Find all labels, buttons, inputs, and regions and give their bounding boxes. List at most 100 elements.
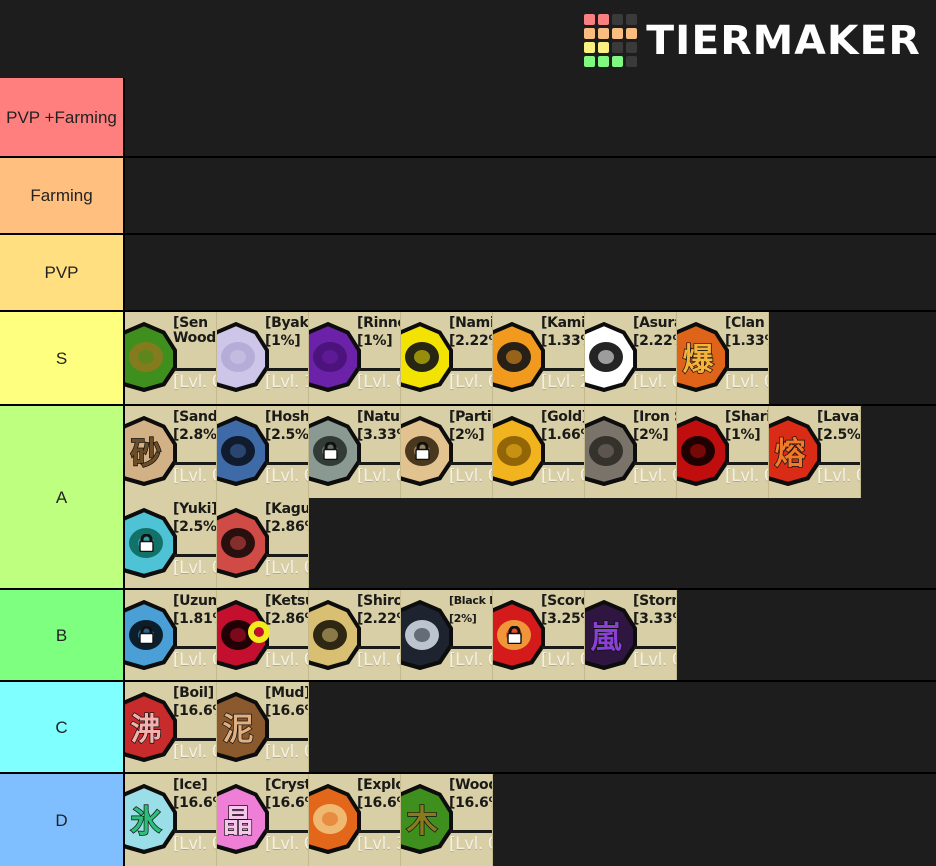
tier-item-card[interactable]: [Rinnegan] [1%] [Lvl. 0] xyxy=(309,312,401,404)
item-drop-rate: [2.5%] xyxy=(173,519,217,535)
tier-item-card[interactable]: [Asura] [2.22%] [Lvl. 0] xyxy=(585,312,677,404)
tier-label[interactable]: Farming xyxy=(0,158,125,233)
tier-item-card[interactable]: 木 [Wood] [16.6%] [Lvl. 0] xyxy=(401,774,493,866)
tier-label[interactable]: A xyxy=(0,406,125,588)
tier-item-card[interactable]: [Shiro] [2.22%] [Lvl. 0] xyxy=(309,590,401,680)
logo-cell-14 xyxy=(611,56,623,67)
item-drop-rate: [2%] xyxy=(449,427,485,443)
divider xyxy=(450,646,492,649)
tier-item-card[interactable]: 晶 [Crystal] [16.6%] [Lvl. 0] xyxy=(217,774,309,866)
svg-text:泥: 泥 xyxy=(223,712,254,748)
tier-dropzone[interactable]: [SenWood[Lvl. 0][Byakugan][1%][Lvl. 1][R… xyxy=(125,312,936,404)
tier-dropzone[interactable]: 砂 [Sand] [2.8%] [Lvl. 0] [Hoshigaki] [2.5%] [L… xyxy=(125,406,936,588)
tier-label[interactable]: S xyxy=(0,312,125,404)
tier-label[interactable]: PVP + Farming xyxy=(0,78,125,156)
item-level: [Lvl. 0] xyxy=(173,372,216,392)
item-drop-rate: [16.6%] xyxy=(173,795,216,811)
tier-label[interactable]: PVP xyxy=(0,235,125,310)
tier-dropzone[interactable]: 沸 [Boil] [16.6%] [Lvl. 0] 泥 [Mud] [16.6%] [Lvl.… xyxy=(125,682,936,772)
item-drop-rate: [3.33%] xyxy=(633,611,676,627)
tier-item-card[interactable]: 嵐 [Storm] [3.33%] [Lvl. 0] xyxy=(585,590,677,680)
item-level: [Lvl. 0] xyxy=(725,372,768,392)
tier-dropzone[interactable] xyxy=(125,158,936,233)
divider xyxy=(634,462,676,465)
tier-row-c: C 沸 [Boil] [16.6%] [Lvl. 0] 泥 [Mud] [16.6%] [Lvl… xyxy=(0,680,936,772)
item-drop-rate: [2.22%] xyxy=(633,333,676,349)
item-name: [Byakugan] xyxy=(265,315,309,331)
item-drop-rate: [1%] xyxy=(265,333,301,349)
tier-item-card[interactable]: 砂 [Sand] [2.8%] [Lvl. 0] xyxy=(125,406,217,498)
item-level: [Lvl. 0] xyxy=(633,372,676,392)
tier-item-card[interactable]: [SenWood [Lvl. 0] xyxy=(125,312,217,404)
item-level: [Lvl. 0] xyxy=(449,650,492,670)
tier-item-card[interactable]: [Iron Sand] [2%] [Lvl. 0] xyxy=(585,406,677,498)
item-name-line2: Wood xyxy=(173,330,217,346)
logo-cell-8 xyxy=(583,42,595,53)
item-level: [Lvl. 0] xyxy=(173,466,216,486)
logo-cell-15 xyxy=(625,56,637,67)
tier-item-card[interactable]: [Black Lightning] [2%] [Lvl. 0] xyxy=(401,590,493,680)
tier-label[interactable]: D xyxy=(0,774,125,866)
item-drop-rate: [2.22%] xyxy=(449,333,492,349)
tier-item-card[interactable]: [Uzumaki] [1.81%] [Lvl. 0] xyxy=(125,590,217,680)
item-name: [Crystal] xyxy=(265,777,308,793)
tier-item-card[interactable]: 爆 [Clan Bomb] [1.33%] [Lvl. 0] xyxy=(677,312,769,404)
tier-dropzone[interactable]: 氷 [Ice] [16.6%] [Lvl. 0] 晶 [Crystal] [16.6%] [L… xyxy=(125,774,936,866)
tier-item-card[interactable]: [Namikaze] [2.22%] [Lvl. 0] xyxy=(401,312,493,404)
item-name: [Ice] xyxy=(173,777,208,793)
tier-item-card[interactable]: [Gold] [1.66%] [Lvl. 0] xyxy=(493,406,585,498)
tier-item-card[interactable]: [Byakugan] [1%] [Lvl. 1] xyxy=(217,312,309,404)
item-name: [Yuki] xyxy=(173,501,217,517)
item-level: [Lvl. 0] xyxy=(725,466,768,486)
tier-item-card[interactable]: [Kamimusubi] [1.33%] [Lvl. 2] xyxy=(493,312,585,404)
item-level: [Lvl. 0] xyxy=(173,558,216,578)
tier-item-card[interactable]: 泥 [Mud] [16.6%] [Lvl. 0] xyxy=(217,682,309,772)
tier-item-card[interactable]: [Explosion] [16.6%] [Lvl. 3] xyxy=(309,774,401,866)
tier-item-card[interactable]: [Scorch] [3.25%] [Lvl. 0] xyxy=(493,590,585,680)
item-name: [Wood] xyxy=(449,777,492,793)
divider xyxy=(450,830,492,833)
tier-item-card[interactable]: 沸 [Boil] [16.6%] [Lvl. 0] xyxy=(125,682,217,772)
tier-item-card[interactable]: 氷 [Ice] [16.6%] [Lvl. 0] xyxy=(125,774,217,866)
tier-dropzone[interactable] xyxy=(125,235,936,310)
item-drop-rate: [2.5%] xyxy=(265,427,309,443)
divider xyxy=(266,646,308,649)
tier-item-card[interactable]: [Yuki] [2.5%] [Lvl. 0] xyxy=(125,498,217,588)
item-drop-rate: [2%] xyxy=(633,427,669,443)
svg-text:嵐: 嵐 xyxy=(591,620,623,656)
tier-item-card[interactable]: 熔 [Lava] [2.5%] [Lvl. 0] xyxy=(769,406,861,498)
item-name: [Ketsuryugan] xyxy=(265,593,308,609)
item-name: [Sand] xyxy=(173,409,217,425)
tier-label[interactable]: B xyxy=(0,590,125,680)
logo-cell-7 xyxy=(625,28,637,39)
divider xyxy=(358,646,400,649)
svg-text:沸: 沸 xyxy=(131,712,162,748)
item-name: [Storm] xyxy=(633,593,676,609)
item-drop-rate: [1.81%] xyxy=(173,611,216,627)
tier-label[interactable]: C xyxy=(0,682,125,772)
item-name: [Hoshigaki] xyxy=(265,409,309,425)
item-name: [Kamimusubi] xyxy=(541,315,584,331)
tier-dropzone[interactable]: [Uzumaki] [1.81%] [Lvl. 0] [Ketsuryugan] [2.… xyxy=(125,590,936,680)
logo-cell-10 xyxy=(611,42,623,53)
tier-item-card[interactable]: [Sharingan] [1%] [Lvl. 0] xyxy=(677,406,769,498)
tier-item-card[interactable]: [Hoshigaki] [2.5%] [Lvl. 0] xyxy=(217,406,309,498)
item-level: [Lvl. 0] xyxy=(541,650,584,670)
item-level: [Lvl. 0] xyxy=(817,466,860,486)
tier-item-card[interactable]: [Nature] [3.33%] [Lvl. 0] xyxy=(309,406,401,498)
tier-item-card[interactable]: [Kaguya] [2.86%] [Lvl. 0] xyxy=(217,498,309,588)
divider xyxy=(174,646,216,649)
item-level: [Lvl. 0] xyxy=(173,650,216,670)
tier-item-card[interactable]: [Particle] [2%] [Lvl. 0] xyxy=(401,406,493,498)
divider xyxy=(266,830,308,833)
item-drop-rate: [16.6%] xyxy=(357,795,400,811)
logo-cell-9 xyxy=(597,42,609,53)
tier-dropzone[interactable] xyxy=(125,78,936,156)
lock-icon xyxy=(138,534,155,552)
tier-item-card[interactable]: [Ketsuryugan] [2.86%] [Lvl. 0] xyxy=(217,590,309,680)
tier-label-line: A xyxy=(55,487,68,507)
item-level: [Lvl. 0] xyxy=(357,650,400,670)
svg-text:晶: 晶 xyxy=(223,804,254,840)
svg-text:木: 木 xyxy=(406,804,438,840)
item-name: [Lava] xyxy=(817,409,861,425)
